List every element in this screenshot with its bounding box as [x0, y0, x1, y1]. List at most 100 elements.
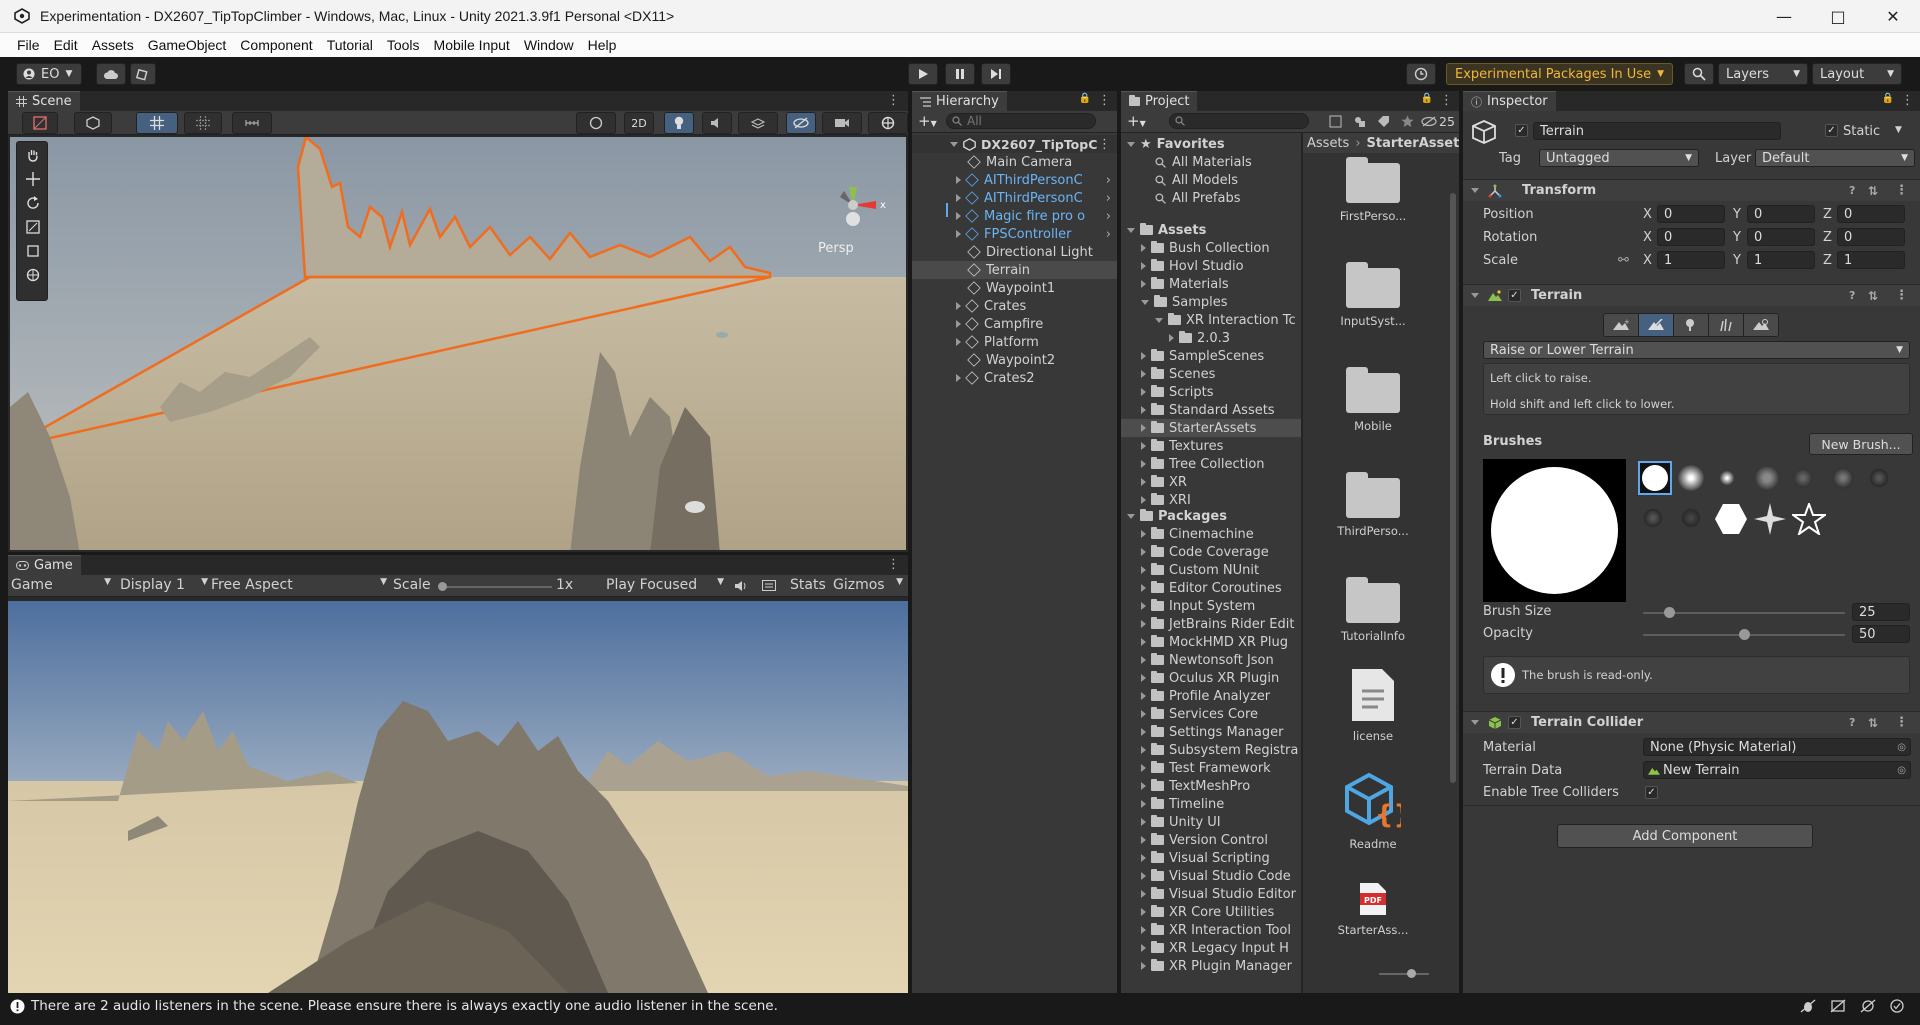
collab-button[interactable]	[130, 63, 156, 85]
preset-icon[interactable]: ⇅	[1868, 716, 1878, 730]
expand-arrow-icon[interactable]	[1141, 584, 1146, 592]
new-brush-button[interactable]: New Brush...	[1809, 433, 1913, 455]
transform-header[interactable]: Transform ? ⇅ ⋮	[1463, 179, 1920, 201]
project-search[interactable]	[1169, 113, 1309, 129]
package-folder[interactable]: Subsystem Registra	[1121, 741, 1301, 759]
snap-dropdown[interactable]	[184, 112, 222, 134]
brush-small-soft[interactable]	[1718, 469, 1736, 487]
expand-arrow-icon[interactable]	[1141, 854, 1146, 862]
game-more-icon[interactable]: ⋮	[887, 557, 900, 572]
hierarchy-row[interactable]: AIThirdPersonC ›	[912, 189, 1117, 207]
package-folder[interactable]: XR Legacy Input H	[1121, 939, 1301, 957]
opacity-field[interactable]: 50	[1852, 625, 1910, 643]
material-field[interactable]: None (Physic Material) ◎	[1643, 738, 1911, 756]
transform-scale-z-field[interactable]: 1	[1837, 251, 1905, 269]
transform-tool-icon[interactable]	[26, 268, 40, 282]
expand-arrow-icon[interactable]	[1169, 334, 1174, 342]
maximize-button[interactable]: □	[1811, 0, 1865, 33]
asset-folder[interactable]: XR	[1121, 473, 1301, 491]
transform-scale-y-field[interactable]: 1	[1747, 251, 1815, 269]
favorites-row[interactable]: ★ Favorites	[1121, 135, 1301, 153]
create-asset-button[interactable]: +▼	[1127, 112, 1146, 130]
scale-slider[interactable]	[438, 582, 552, 591]
constrain-proportions-icon[interactable]: ⚯	[1618, 253, 1629, 268]
brush-noise-4[interactable]	[1868, 467, 1890, 489]
active-checkbox[interactable]: ✓	[1515, 124, 1528, 137]
grid-item-license[interactable]: license	[1340, 667, 1406, 752]
project-more-icon[interactable]: ⋮	[1440, 93, 1453, 108]
expand-arrow-icon[interactable]	[1141, 352, 1146, 360]
layer-dropdown[interactable]: Default ▼	[1755, 149, 1915, 167]
game-tab[interactable]: Game	[8, 555, 81, 575]
asset-folder[interactable]: Textures	[1121, 437, 1301, 455]
grid-item-firstperson[interactable]: FirstPerso...	[1340, 155, 1406, 240]
grid-item-readme[interactable]: {} Readme	[1340, 771, 1406, 856]
package-folder[interactable]: Visual Studio Editor	[1121, 885, 1301, 903]
transform-position-y-field[interactable]: 0	[1747, 205, 1815, 223]
expand-arrow-icon[interactable]	[956, 302, 961, 310]
expand-arrow-icon[interactable]	[956, 230, 961, 238]
expand-arrow-icon[interactable]	[1141, 674, 1146, 682]
brush-size-slider[interactable]	[1643, 607, 1845, 618]
package-folder[interactable]: MockHMD XR Plug	[1121, 633, 1301, 651]
step-button[interactable]	[981, 63, 1011, 85]
package-folder[interactable]: Timeline	[1121, 795, 1301, 813]
inspector-tab[interactable]: ⓘ Inspector	[1463, 91, 1556, 111]
grid-toggle[interactable]	[136, 112, 178, 134]
transform-rotation-y-field[interactable]: 0	[1747, 228, 1815, 246]
expand-arrow-icon[interactable]	[956, 212, 961, 220]
hierarchy-row[interactable]: AIThirdPersonC ›	[912, 171, 1117, 189]
lock-icon[interactable]: 🔒	[1421, 93, 1433, 104]
inspector-more-icon[interactable]: ⋮	[1901, 93, 1914, 108]
mute-audio-icon[interactable]	[734, 580, 748, 592]
expand-arrow-icon[interactable]	[956, 194, 961, 202]
keyboard-icon[interactable]	[762, 580, 776, 591]
scene-viewport[interactable]: x Persp	[8, 135, 908, 552]
component-more-icon[interactable]: ⋮	[1895, 183, 1908, 198]
terrain-enabled-checkbox[interactable]: ✓	[1508, 289, 1521, 302]
bug-off-icon[interactable]	[1800, 999, 1816, 1013]
menu-gameobject[interactable]: GameObject	[141, 37, 234, 53]
hierarchy-row[interactable]: Terrain	[912, 261, 1117, 279]
brush-sparkle-icon[interactable]	[1754, 503, 1786, 535]
package-folder[interactable]: Oculus XR Plugin	[1121, 669, 1301, 687]
transform-rotation-x-field[interactable]: 0	[1657, 228, 1725, 246]
gizmos-dropdown[interactable]	[868, 112, 908, 134]
package-folder[interactable]: Custom NUnit	[1121, 561, 1301, 579]
expand-arrow-icon[interactable]	[1141, 478, 1146, 486]
package-folder[interactable]: Code Coverage	[1121, 543, 1301, 561]
transform-scale-x-field[interactable]: 1	[1657, 251, 1725, 269]
expand-arrow-icon[interactable]	[1141, 890, 1146, 898]
brush-noise-5[interactable]	[1642, 507, 1664, 529]
terrain-settings-tool[interactable]	[1744, 314, 1778, 336]
preset-icon[interactable]: ⇅	[1868, 184, 1878, 198]
expand-arrow-icon[interactable]	[1141, 460, 1146, 468]
hand-tool-icon[interactable]	[26, 148, 40, 162]
grid-item-thirdperson[interactable]: ThirdPerso...	[1337, 470, 1409, 555]
type-filter-icon[interactable]	[1353, 115, 1366, 128]
package-folder[interactable]: TextMeshPro	[1121, 777, 1301, 795]
package-folder[interactable]: Editor Coroutines	[1121, 579, 1301, 597]
expand-arrow-icon[interactable]	[1141, 602, 1146, 610]
static-checkbox[interactable]: ✓	[1825, 124, 1838, 137]
asset-folder[interactable]: Tree Collection	[1121, 455, 1301, 473]
open-prefab-icon[interactable]: ›	[1106, 173, 1111, 188]
hierarchy-row[interactable]: Magic fire pro o ›	[912, 207, 1117, 225]
aspect-dropdown[interactable]: Free Aspect ▼	[211, 577, 387, 593]
cloud-button[interactable]	[96, 63, 126, 85]
scene-more-icon[interactable]: ⋮	[887, 93, 900, 108]
static-dropdown-arrow-icon[interactable]: ▼	[1895, 125, 1902, 135]
breadcrumb-assets[interactable]: Assets	[1307, 136, 1349, 151]
help-icon[interactable]: ?	[1849, 289, 1855, 302]
expand-arrow-icon[interactable]	[1141, 746, 1146, 754]
account-dropdown[interactable]: EO ▼	[16, 63, 82, 85]
create-neighbor-tool[interactable]: +	[1604, 314, 1639, 336]
asset-folder[interactable]: Materials	[1121, 275, 1301, 293]
layout-dropdown[interactable]: Layout ▼	[1812, 63, 1902, 85]
audio-toggle[interactable]	[702, 112, 732, 134]
expand-arrow-icon[interactable]	[1141, 244, 1146, 252]
asset-folder[interactable]: 2.0.3	[1121, 329, 1301, 347]
hierarchy-row[interactable]: Directional Light	[912, 243, 1117, 261]
package-folder[interactable]: Version Control	[1121, 831, 1301, 849]
hierarchy-row[interactable]: Main Camera	[912, 153, 1117, 171]
